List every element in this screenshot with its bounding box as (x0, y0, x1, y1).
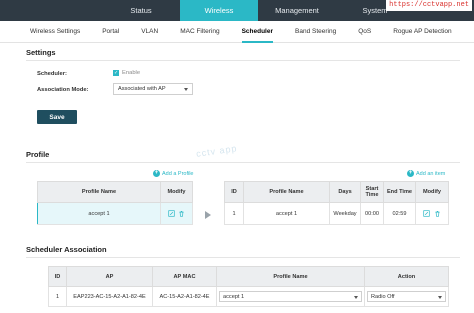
chevron-down-icon (438, 296, 442, 299)
sub-tab-bar: Wireless Settings Portal VLAN MAC Filter… (0, 21, 474, 43)
add-item-label: Add an item (416, 170, 446, 177)
end-time-cell: 02:59 (383, 202, 416, 225)
modify-cell (160, 202, 193, 225)
profile-name-cell: accept 1 (243, 202, 330, 225)
col-modify: Modify (415, 181, 449, 203)
profile-divider (26, 162, 460, 163)
association-mode-label: Association Mode: (37, 87, 89, 93)
delete-icon[interactable] (178, 210, 185, 217)
ap-cell: EAP223-AC-15-A2-A1-82-4E (66, 286, 153, 307)
profile-select-cell: accept 1 (216, 286, 365, 307)
plus-icon: + (407, 170, 414, 177)
profile-name-cell: accept 1 (37, 202, 161, 225)
arrow-right-icon (205, 211, 211, 219)
tab-band-steering[interactable]: Band Steering (295, 21, 336, 43)
profile-select-value: accept 1 (223, 294, 245, 300)
start-time-cell: 00:00 (360, 202, 384, 225)
col-profile-name: Profile Name (37, 181, 161, 203)
chevron-down-icon (354, 296, 358, 299)
association-divider (26, 257, 460, 258)
ap-mac-cell: AC-15-A2-A1-82-4E (152, 286, 217, 307)
scheduler-label: Scheduler: (37, 71, 67, 77)
col-profile-name: Profile Name (216, 266, 365, 287)
col-days: Days (329, 181, 361, 203)
center-watermark: cctv app (195, 143, 239, 159)
tab-vlan[interactable]: VLAN (141, 21, 158, 43)
settings-title: Settings (26, 48, 56, 57)
tab-scheduler[interactable]: Scheduler (241, 21, 274, 43)
tab-qos[interactable]: QoS (358, 21, 371, 43)
profile-table: Profile Name Modify accept 1 (37, 181, 193, 225)
id-cell: 1 (224, 202, 244, 225)
tab-mac-filtering[interactable]: MAC Filtering (180, 21, 219, 43)
table-row[interactable]: 1 accept 1 Weekday 00:00 02:59 (224, 202, 449, 225)
profile-title: Profile (26, 150, 50, 159)
association-table: ID AP AP MAC Profile Name Action 1 EAP22… (48, 266, 449, 307)
top-nav-wireless[interactable]: Wireless (180, 0, 258, 21)
col-ap-mac: AP MAC (152, 266, 217, 287)
settings-divider (26, 60, 460, 61)
tab-rogue-ap-detection[interactable]: Rogue AP Detection (393, 21, 451, 43)
plus-icon: + (153, 170, 160, 177)
delete-icon[interactable] (434, 210, 441, 217)
days-cell: Weekday (329, 202, 361, 225)
col-start-time: Start Time (360, 181, 384, 203)
scheduler-enable-text: Enable (122, 70, 141, 76)
action-select[interactable]: Radio Off (367, 291, 446, 302)
add-profile-link[interactable]: + Add a Profile (153, 170, 194, 177)
tab-wireless-settings[interactable]: Wireless Settings (30, 21, 80, 43)
modify-cell (415, 202, 449, 225)
edit-icon[interactable] (423, 210, 430, 217)
id-cell: 1 (48, 286, 67, 307)
profile-select[interactable]: accept 1 (219, 291, 362, 302)
col-modify: Modify (160, 181, 193, 203)
edit-icon[interactable] (168, 210, 175, 217)
tab-portal[interactable]: Portal (102, 21, 119, 43)
add-profile-label: Add a Profile (162, 170, 194, 177)
top-nav-status[interactable]: Status (102, 0, 180, 21)
chevron-down-icon (184, 88, 188, 91)
scheduler-enable-checkbox[interactable]: ✓ (113, 70, 119, 76)
col-end-time: End Time (383, 181, 416, 203)
col-id: ID (224, 181, 244, 203)
top-nav-management[interactable]: Management (258, 0, 336, 21)
col-action: Action (364, 266, 449, 287)
col-ap: AP (66, 266, 153, 287)
association-mode-value: Associated with AP (118, 86, 166, 92)
scheduler-association-title: Scheduler Association (26, 245, 107, 254)
col-id: ID (48, 266, 67, 287)
col-profile-name: Profile Name (243, 181, 330, 203)
url-watermark: https://cctvapp.net (386, 0, 472, 11)
table-row[interactable]: accept 1 (37, 202, 193, 225)
action-select-value: Radio Off (371, 294, 395, 300)
action-select-cell: Radio Off (364, 286, 449, 307)
save-button[interactable]: Save (37, 110, 77, 124)
profile-items-table: ID Profile Name Days Start Time End Time… (224, 181, 449, 225)
table-row[interactable]: 1 EAP223-AC-15-A2-A1-82-4E AC-15-A2-A1-8… (48, 286, 449, 307)
association-mode-select[interactable]: Associated with AP (113, 83, 193, 95)
add-item-link[interactable]: + Add an item (407, 170, 445, 177)
